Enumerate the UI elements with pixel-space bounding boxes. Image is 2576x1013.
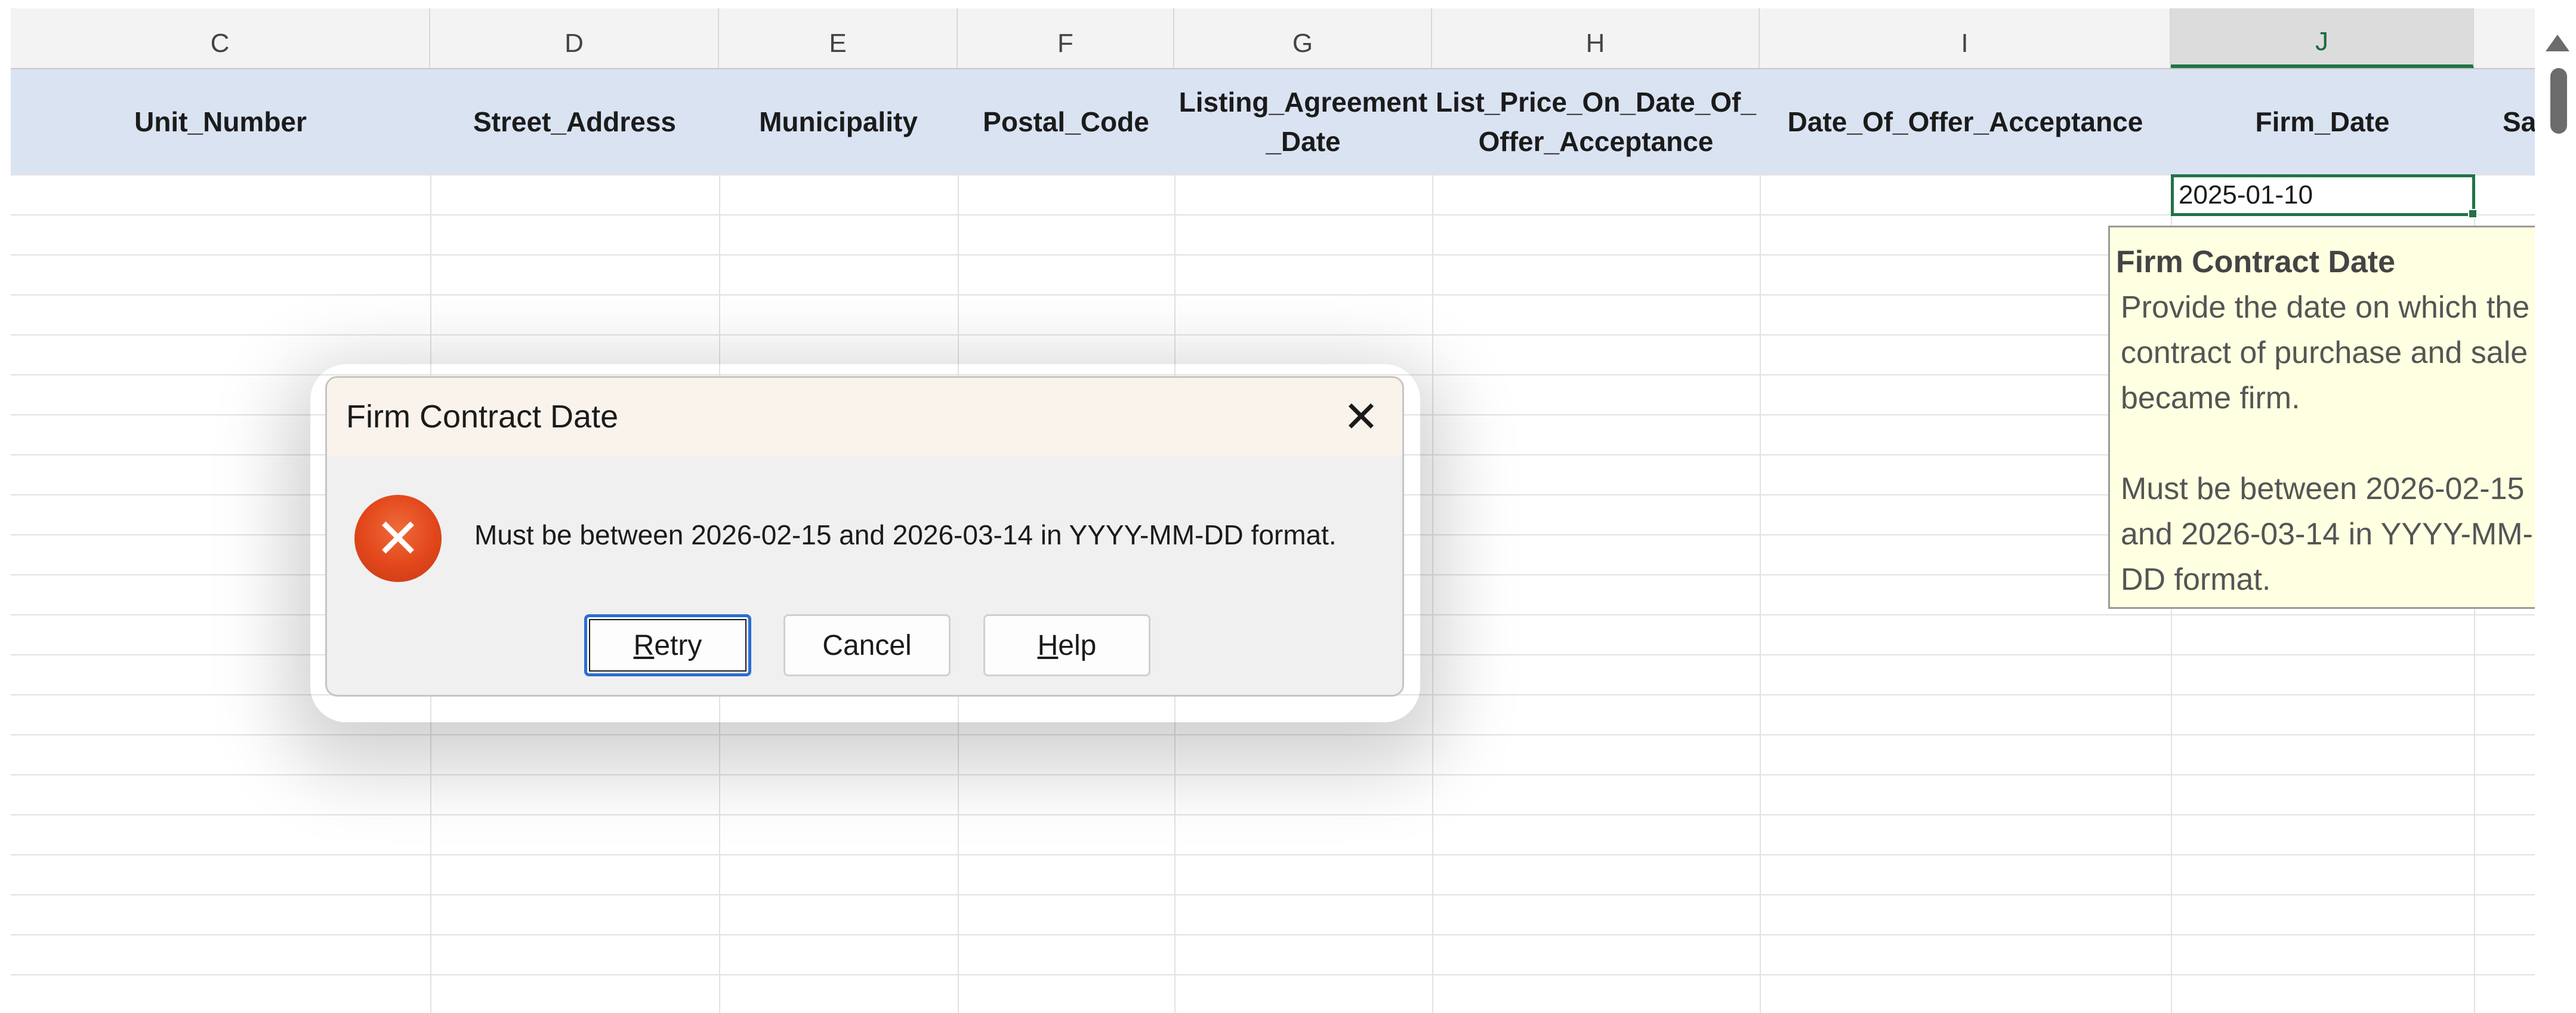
column-header-j[interactable]: J <box>2171 8 2474 68</box>
field-header-street-address[interactable]: Street_Address <box>430 69 719 174</box>
column-header-row: C D E F G H I J <box>11 8 2535 69</box>
field-header-municipality[interactable]: Municipality <box>719 69 958 174</box>
column-header-g[interactable]: G <box>1174 8 1432 68</box>
column-header-d[interactable]: D <box>430 8 719 68</box>
field-header-postal-code[interactable]: Postal_Code <box>958 69 1174 174</box>
tooltip-rule: Must be between 2026-02-15 and 2026-03-1… <box>2121 472 2533 597</box>
gridline <box>1432 174 1433 1013</box>
column-header-k[interactable] <box>2474 8 2535 68</box>
column-header-h[interactable]: H <box>1432 8 1760 68</box>
field-header-row: Unit_Number Street_Address Municipality … <box>11 69 2535 175</box>
retry-button[interactable]: Retry <box>584 614 751 676</box>
active-cell-value: 2025-01-10 <box>2179 180 2313 210</box>
dialog-title: Firm Contract Date <box>346 399 619 435</box>
help-button[interactable]: Help <box>983 614 1150 676</box>
column-header-e[interactable]: E <box>719 8 958 68</box>
error-dialog: Firm Contract Date ✕ ✕ Must be between 2… <box>325 376 1404 697</box>
field-header-date-of-offer-acceptance[interactable]: Date_Of_Offer_Acceptance <box>1760 69 2171 174</box>
dialog-message: Must be between 2026-02-15 and 2026-03-1… <box>474 519 1337 550</box>
left-gutter <box>0 0 11 1013</box>
input-message-tooltip: Firm Contract Date Provide the date on w… <box>2108 226 2576 609</box>
fill-handle[interactable] <box>2468 209 2478 218</box>
error-icon: ✕ <box>354 495 442 582</box>
close-icon[interactable]: ✕ <box>1335 391 1387 442</box>
top-strip <box>0 0 2576 8</box>
gridline <box>1760 174 1761 1013</box>
field-header-unit-number[interactable]: Unit_Number <box>11 69 430 174</box>
field-header-list-price[interactable]: List_Price_On_Date_Of_ Offer_Acceptance <box>1432 69 1760 174</box>
field-header-firm-date[interactable]: Firm_Date <box>2171 69 2474 174</box>
field-header-listing-agreement-date[interactable]: Listing_Agreement _Date <box>1174 69 1432 174</box>
column-header-i[interactable]: I <box>1760 8 2171 68</box>
tooltip-title: Firm Contract Date <box>2116 245 2396 279</box>
column-header-c[interactable]: C <box>11 8 430 68</box>
scrollbar-thumb[interactable] <box>2550 68 2567 134</box>
field-header-sale-partial[interactable]: Sal <box>2474 69 2535 174</box>
active-cell-firm-date[interactable]: 2025-01-10 <box>2171 174 2478 218</box>
scroll-up-arrow-icon[interactable] <box>2546 35 2569 51</box>
tooltip-body: Provide the date on which the contract o… <box>2121 290 2530 415</box>
column-header-f[interactable]: F <box>958 8 1174 68</box>
vertical-scrollbar[interactable] <box>2535 8 2576 1013</box>
cancel-button[interactable]: Cancel <box>783 614 951 676</box>
